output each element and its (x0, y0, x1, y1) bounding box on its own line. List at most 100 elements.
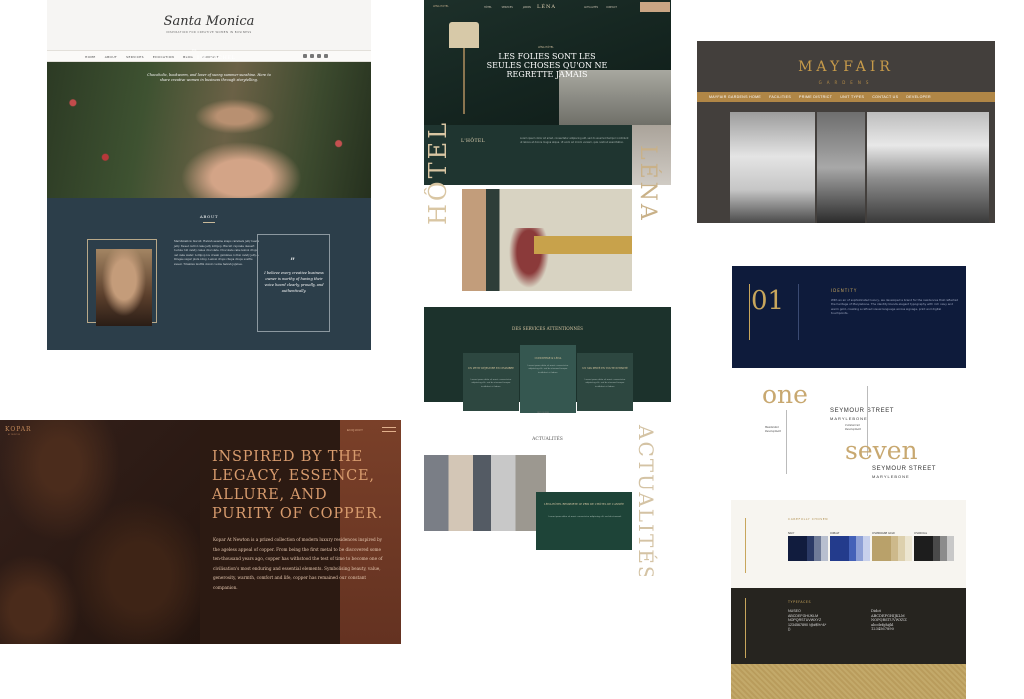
hotel-section (424, 125, 632, 185)
hero-kicker: LÉNA HÔTEL (538, 46, 554, 49)
swatch-chip (872, 536, 891, 561)
swatch-chip (898, 536, 905, 561)
nav-home[interactable]: MAYFAIR GARDENS HOME (709, 95, 761, 99)
nav-links: MAYFAIR GARDENS HOME FACILITIES PRIME DI… (709, 95, 931, 99)
palette-heading: CAREFULLY CHOSEN (788, 517, 829, 521)
street-name: SEYMOUR STREET (830, 408, 895, 414)
street-image (424, 455, 546, 531)
about-divider (203, 222, 215, 223)
hero-text: Chocoholic, bookworm, and lover of sunny… (147, 73, 271, 82)
hotel-label: L'HÔTEL (461, 139, 485, 144)
nav-hotel[interactable]: HÔTEL (484, 6, 492, 9)
logo[interactable]: MAYFAIR (697, 59, 995, 75)
seven-logo: seven (845, 436, 918, 465)
about-quote: I believe every creative business owner … (264, 271, 324, 293)
swatch-colors (830, 536, 870, 561)
service-card-text: Lorem ipsum dolor sit amet, consectetur … (527, 365, 569, 374)
swatch-group: CHARCOAL (914, 532, 954, 561)
logo[interactable]: KOPAR (5, 426, 32, 433)
twitter-icon[interactable] (310, 54, 314, 58)
enquiry-link[interactable]: ENQUIRY (347, 428, 363, 432)
swatch-chip (788, 536, 807, 561)
swatch-group: COBALT (830, 532, 870, 561)
lamp-shade (449, 22, 479, 48)
nav-developer[interactable]: DEVELOPER (906, 95, 931, 99)
logo[interactable]: LÉNA (537, 4, 556, 10)
swatch-chip (905, 536, 912, 561)
divider (786, 410, 787, 474)
swatch-chip (849, 536, 856, 561)
instagram-icon[interactable] (324, 54, 328, 58)
vertical-lena-text: LÉNA (635, 145, 660, 223)
nav-education[interactable]: EDUCATION (153, 55, 174, 59)
building-photo (730, 112, 815, 223)
news-card-title: LÉNA HÔTEL REMPORTE LE PRIX DE L'HÔTEL D… (544, 503, 624, 506)
swatch-label: CHAMPAGNE GOLD (872, 532, 895, 535)
book-button[interactable] (640, 2, 670, 12)
nav-services[interactable]: SERVICES (502, 6, 513, 9)
services-title: DES SERVICES ATTENTIONNÉS (512, 326, 583, 331)
swatch-chip (856, 536, 863, 561)
font-sample-nuseo: NUSEO ABCDEFGHIJKLM NOPQRSTUVWXYZ 123456… (788, 609, 878, 632)
service-card[interactable]: UN PETIT DÉJEUNER EN CHAMBRE Lorem ipsum… (463, 353, 519, 411)
pedestrian-photo (867, 112, 989, 223)
swatch-chip (891, 536, 898, 561)
mayfair-mockup: MAYFAIR GARDENS MAYFAIR GARDENS HOME FAC… (697, 41, 995, 223)
news-card-text: Lorem ipsum dolor sit amet, consectetur … (548, 516, 622, 518)
nav-blog[interactable]: BLOG (183, 55, 193, 59)
swatch-chip (830, 536, 849, 561)
vertical-actualites-text: ACTUALITÉS (634, 425, 658, 576)
lamp-pole (463, 48, 465, 114)
one-seven-logos: one SEYMOUR STREET MARYLEBONE Residentia… (760, 380, 966, 490)
nav-home[interactable]: HOME (85, 55, 96, 59)
nav-jardin[interactable]: JARDIN (523, 6, 531, 9)
area-name: MARYLEBONE (830, 416, 868, 421)
palette-panel: CAREFULLY CHOSEN NAVY COBALT CHAMPAGNE G… (731, 500, 966, 699)
swatch-group: NAVY (788, 532, 828, 561)
body-text: Kopar At Newton is a prized collection o… (213, 537, 383, 590)
nav-brand[interactable]: LENA HOTEL (433, 5, 449, 8)
service-card[interactable]: CONCIERGE & LÉNA Lorem ipsum dolor sit a… (520, 345, 576, 413)
site-title[interactable]: Santa Monica (47, 14, 371, 29)
discover-link[interactable]: DÉCOUVRIR (537, 412, 549, 414)
nav-links-left: HÔTEL SERVICES JARDIN (484, 6, 531, 9)
one-logo: one (762, 380, 808, 409)
nav-actualites[interactable]: ACTUALITÉS (584, 6, 598, 9)
nav-bar: MAYFAIR GARDENS HOME FACILITIES PRIME DI… (697, 92, 995, 102)
font-glyphs: ABCDEFGHIJKLM NOPQRSTUVWXYZ 1234567890 !… (788, 613, 827, 632)
service-card[interactable]: UN SPA PRIVÉ EN TOUTE INTIMITÉ Lorem ips… (577, 353, 633, 411)
swatch-chip (940, 536, 947, 561)
lena-mockup: LENA HOTEL HÔTEL SERVICES JARDIN LÉNA AC… (424, 0, 671, 576)
section-label: IDENTITY (831, 288, 858, 293)
facebook-icon[interactable] (303, 54, 307, 58)
hero-greeting: HI, (192, 48, 197, 52)
pinterest-icon[interactable] (317, 54, 321, 58)
swatch-chip (814, 536, 821, 561)
santa-monica-mockup: Santa Monica INSPIRATION FOR CREATIVE WO… (47, 0, 371, 350)
menu-icon[interactable] (382, 427, 396, 432)
nav-unit-types[interactable]: UNIT TYPES (840, 95, 864, 99)
swatch-chip (914, 536, 933, 561)
hotel-text: Lorem ipsum dolor sit amet, consectetur … (520, 137, 629, 144)
news-card[interactable] (536, 492, 632, 550)
about-heading: ABOUT (199, 214, 219, 219)
quote-mark-icon: ” (290, 257, 296, 268)
swatch-chip (807, 536, 814, 561)
portrait-photo (96, 249, 152, 326)
logo-subtitle: GARDENS (818, 80, 874, 85)
typefaces-heading: TYPEFACES (788, 600, 812, 604)
copper-texture (0, 420, 200, 644)
nav-prime-district[interactable]: PRIME DISTRICT (799, 95, 832, 99)
nav-about[interactable]: ABOUT (105, 55, 117, 59)
swatch-chip (821, 536, 828, 561)
nav-contact[interactable]: CONTACT (606, 6, 617, 9)
nav-services[interactable]: SERVICES (126, 55, 144, 59)
area-name: MARYLEBONE (872, 474, 910, 479)
street-name: SEYMOUR STREET (872, 466, 937, 472)
service-card-title: UN SPA PRIVÉ EN TOUTE INTIMITÉ (582, 367, 628, 370)
nav-facilities[interactable]: FACILITIES (769, 95, 791, 99)
swatch-label: NAVY (788, 532, 795, 535)
divider (798, 284, 799, 340)
service-card-title: CONCIERGE & LÉNA (534, 357, 562, 360)
nav-contact[interactable]: CONTACT US (872, 95, 898, 99)
